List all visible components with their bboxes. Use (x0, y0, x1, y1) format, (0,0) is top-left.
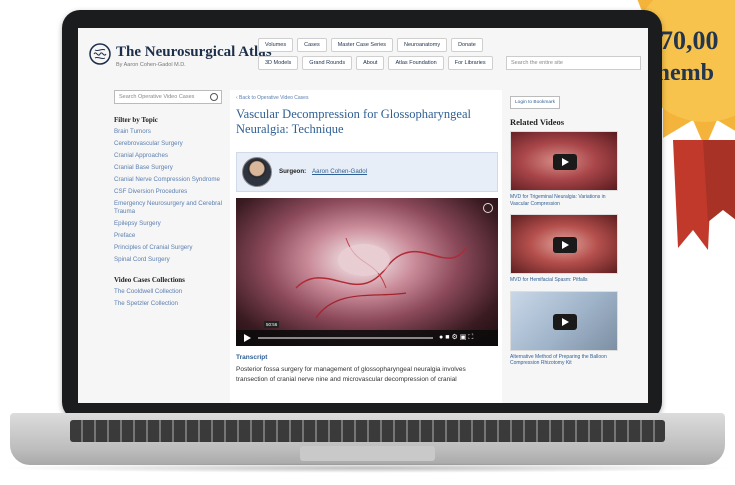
topic-link[interactable]: Emergency Neurosurgery and Cerebral Trau… (114, 200, 224, 216)
topic-link[interactable]: Epilepsy Surgery (114, 220, 224, 228)
case-search-placeholder: Search Operative Video Cases (119, 94, 195, 100)
nav-neuroanatomy[interactable]: Neuroanatomy (397, 38, 448, 52)
nav-3d-models[interactable]: 3D Models (258, 56, 299, 70)
transcript-heading: Transcript (236, 354, 268, 361)
site-search-input[interactable]: Search the entire site (506, 56, 641, 70)
back-link[interactable]: ‹ Back to Operative Video Cases (236, 95, 308, 101)
bookmark-button[interactable]: Login to Bookmark (510, 96, 560, 109)
nav-atlas-foundation[interactable]: Atlas Foundation (388, 56, 444, 70)
video-control-icons[interactable]: ●■⚙▣⛶ (439, 333, 475, 342)
trackpad (300, 446, 435, 461)
topic-link[interactable]: Spinal Cord Surgery (114, 256, 224, 264)
site-header: The Neurosurgical Atlas By Aaron Cohen-G… (78, 28, 648, 86)
topic-link[interactable]: Brain Tumors (114, 128, 224, 136)
avatar (242, 157, 272, 187)
video-controls: ●■⚙▣⛶ (236, 330, 498, 346)
topic-link[interactable]: Cranial Nerve Compression Syndrome (114, 176, 224, 184)
play-icon[interactable] (553, 313, 577, 330)
badge-line-1: 70,00 (660, 26, 719, 55)
site-brand[interactable]: The Neurosurgical Atlas (116, 44, 272, 61)
stage: 70,00 memb The Neurosurgical Atlas By Aa… (0, 0, 735, 485)
surgeon-link[interactable]: Aaron Cohen-Gadol (312, 168, 367, 175)
case-search-input[interactable]: Search Operative Video Cases (114, 90, 222, 104)
nav-donate[interactable]: Donate (451, 38, 483, 52)
related-video-thumb[interactable] (510, 214, 618, 274)
topic-link[interactable]: Cerebrovascular Surgery (114, 140, 224, 148)
nav-about[interactable]: About (356, 56, 385, 70)
collection-link[interactable]: The Cooldwell Collection (114, 288, 224, 296)
related-video-title[interactable]: MVD for Trigeminal Neuralgia: Variations… (510, 194, 618, 207)
nav-master-case-series[interactable]: Master Case Series (330, 38, 393, 52)
page-title: Vascular Decompression for Glossopharyng… (236, 107, 472, 136)
play-icon[interactable] (553, 154, 577, 170)
main-content: ‹ Back to Operative Video Cases Vascular… (230, 90, 502, 403)
video-timestamp: 50:56 (264, 321, 280, 328)
main-nav: Volumes Cases Master Case Series Neuroan… (258, 38, 498, 70)
related-heading: Related Videos (510, 117, 565, 127)
surgeon-label: Surgeon: (279, 168, 307, 175)
video-player[interactable]: 50:56 ●■⚙▣⛶ (236, 198, 498, 346)
browser-screen: The Neurosurgical Atlas By Aaron Cohen-G… (78, 28, 648, 403)
search-icon[interactable] (210, 93, 218, 101)
award-ribbon-icon (673, 140, 735, 250)
related-video-thumb[interactable] (510, 131, 618, 191)
nav-for-libraries[interactable]: For Libraries (447, 56, 493, 70)
collection-link[interactable]: The Spetzler Collection (114, 300, 224, 308)
related-video-title[interactable]: MVD for Hemifacial Spasm: Pitfalls (510, 277, 618, 284)
collections-heading: Video Cases Collections (114, 276, 185, 284)
play-icon[interactable] (244, 334, 251, 342)
topic-link[interactable]: Cranial Approaches (114, 152, 224, 160)
topic-link[interactable]: Preface (114, 232, 224, 240)
keyboard (70, 420, 665, 442)
related-video-thumb[interactable] (510, 290, 618, 351)
nav-cases[interactable]: Cases (297, 38, 327, 52)
topic-link[interactable]: Cranial Base Surgery (114, 164, 224, 172)
nav-grand-rounds[interactable]: Grand Rounds (302, 56, 353, 70)
play-icon[interactable] (553, 237, 577, 253)
related-video-title[interactable]: Alternative Method of Preparing the Ball… (510, 354, 618, 367)
site-byline: By Aaron Cohen-Gadol M.D. (116, 62, 186, 68)
surgeon-card: Surgeon: Aaron Cohen-Gadol (236, 152, 498, 192)
video-settings-icon[interactable] (483, 203, 493, 213)
nav-volumes[interactable]: Volumes (258, 38, 294, 52)
transcript-text: Posterior fossa surgery for management o… (236, 366, 466, 383)
related-sidebar: Login to Bookmark Related Videos MVD for… (510, 90, 645, 374)
topic-link[interactable]: Principles of Cranial Surgery (114, 244, 224, 252)
laptop-shadow (0, 463, 735, 473)
brain-logo-icon[interactable] (88, 42, 112, 66)
filter-heading: Filter by Topic (114, 116, 158, 124)
sidebar: Search Operative Video Cases Filter by T… (114, 90, 224, 312)
topic-link[interactable]: CSF Diversion Procedures (114, 188, 224, 196)
video-progress-bar[interactable] (258, 337, 433, 339)
